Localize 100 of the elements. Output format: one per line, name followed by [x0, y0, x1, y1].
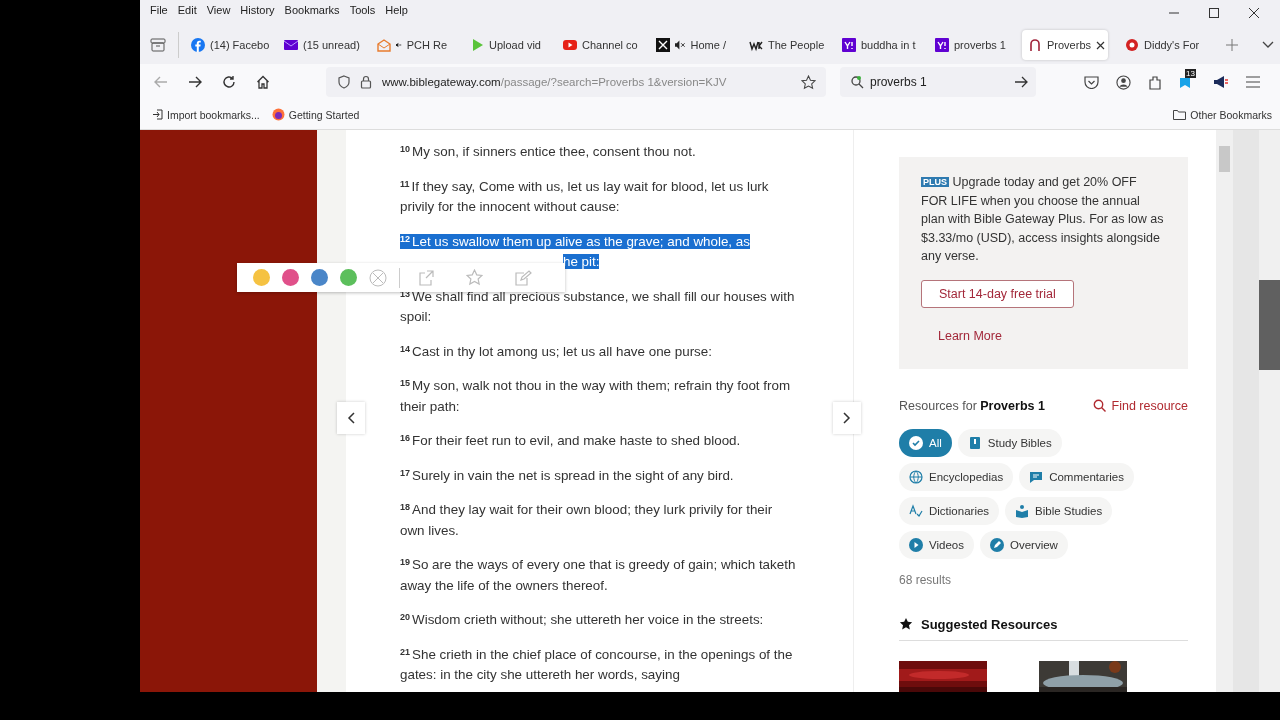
browser-tab[interactable]: Channel co [557, 30, 639, 60]
bookmark-star-icon[interactable] [801, 74, 816, 90]
shield-icon[interactable] [338, 75, 350, 89]
verse-text: $^{14}$ Cast in thy lot among us; let us all have one purse: [400, 342, 713, 361]
favicon-icon [656, 38, 670, 52]
menu-item[interactable]: Help [380, 4, 413, 16]
import-icon [152, 109, 163, 120]
browser-tab[interactable]: Home / [650, 30, 732, 60]
reader-icon [1015, 503, 1030, 518]
highlight-color-dot[interactable] [282, 269, 299, 286]
verse-text: $^{11}$ If they say, Come with us, let us lay wait for blood, let us lurk privily for the innocent without cause: [400, 177, 770, 216]
search-icon [1092, 399, 1106, 413]
play-icon [909, 537, 923, 552]
menu-item[interactable]: Bookmarks [279, 4, 345, 16]
chevron-left-icon [347, 412, 355, 424]
extensions-icon[interactable] [1148, 74, 1163, 90]
browser-tab[interactable]: proverbs 1 [929, 30, 1011, 60]
find-resource-link[interactable]: Find resource [1092, 398, 1188, 413]
lock-icon[interactable] [360, 75, 372, 89]
favicon-icon [842, 38, 856, 52]
browser-tab[interactable]: (14) Facebo [185, 30, 267, 60]
menu-icon[interactable] [1246, 76, 1260, 88]
previous-chapter-button[interactable] [337, 402, 365, 434]
filter-chip[interactable]: Bible Studies [1005, 496, 1113, 525]
verse-text: $^{15}$ My son, walk not thou in the way with them; refrain thy foot from their path: [400, 377, 792, 416]
bookmark-item[interactable]: Getting Started [271, 108, 360, 121]
browser-tab[interactable]: Upload vid [464, 30, 546, 60]
browser-tab[interactable]: buddha in t [836, 30, 918, 60]
pocket-icon[interactable] [1084, 75, 1100, 89]
highlight-color-dot[interactable] [253, 269, 270, 286]
menu-item[interactable]: Edit [172, 4, 202, 16]
next-chapter-button[interactable] [833, 402, 861, 434]
search-field[interactable]: proverbs 1 [840, 67, 1036, 97]
verse-text: $^{16}$ For their feet run to evil, and make haste to shed blood. [400, 432, 742, 450]
other-bookmarks-item[interactable]: Other Bookmarks [1173, 108, 1280, 121]
check-circle-icon [909, 435, 923, 450]
results-count: 68 results [899, 572, 953, 587]
tab-overflow-icon[interactable] [1262, 41, 1274, 49]
bookmark-extension-icon[interactable] [1179, 75, 1192, 89]
promo-text: PLUS Upgrade today and get 20% OFF FOR LIFE when you choose the annual plan with Bible Gateway Plus. For as low as $3.33/mo (USD), access insights alongside any verse. [921, 174, 1165, 266]
forward-icon[interactable] [188, 76, 202, 88]
suggested-heading: Suggested Resources [921, 616, 1058, 632]
chevron-right-icon [843, 412, 851, 424]
tab-list-icon[interactable] [150, 38, 166, 52]
close-tab-icon[interactable] [1096, 40, 1106, 50]
page-scrollbar[interactable] [1216, 130, 1233, 692]
star-icon [899, 617, 913, 632]
account-icon[interactable] [1116, 74, 1132, 90]
verse-text: $^{20}$ Wisdom crieth without; she uttereth her voice in the streets: [400, 611, 765, 629]
favicon-icon [1125, 38, 1139, 52]
home-icon[interactable] [256, 75, 270, 89]
menu-item[interactable]: View [201, 4, 236, 16]
reload-icon[interactable] [222, 75, 236, 89]
megaphone-icon[interactable] [1213, 75, 1229, 89]
verse-text: $^{19}$ So are the ways of every one that is greedy of gain; which taketh away the life of the owners thereof. [400, 556, 797, 595]
menu-item[interactable]: Tools [344, 4, 381, 16]
folder-icon [1173, 109, 1187, 120]
favicon-icon [377, 38, 391, 52]
spelling-icon [909, 503, 923, 518]
search-icon [850, 75, 864, 89]
new-tab-icon[interactable] [1226, 39, 1238, 51]
free-trial-button[interactable]: Start 14-day free trial [921, 279, 1074, 308]
bookmark-item[interactable]: Import bookmarks... [152, 108, 260, 121]
browser-tab[interactable]: Diddy's For [1119, 30, 1201, 60]
star-icon[interactable] [466, 269, 483, 286]
browser-tab[interactable]: (15 unread) [278, 30, 360, 60]
browser-tab[interactable]: PCH Re [371, 30, 453, 60]
filter-chip[interactable]: All [899, 428, 952, 457]
highlight-color-dot[interactable] [311, 269, 328, 286]
favicon-icon [191, 38, 205, 52]
filter-chip[interactable]: Overview [979, 530, 1068, 559]
window-scrollbar[interactable] [1259, 130, 1280, 692]
pencil-icon [989, 537, 1004, 552]
resources-heading: Resources for Proverbs 1 [899, 398, 1045, 413]
favicon-icon [563, 38, 577, 52]
filter-chip[interactable]: Dictionaries [899, 496, 1000, 525]
favicon-icon [470, 38, 484, 52]
verse-text: $^{21}$ She crieth in the chief place of concourse, in the openings of the gates: in the city she uttereth her words, saying [400, 645, 794, 684]
menu-item[interactable]: File [145, 4, 173, 16]
address-bar[interactable]: www.biblegateway.com/passage/?search=Proverbs 1&version=KJV [326, 67, 826, 97]
filter-chip[interactable]: Videos [899, 530, 974, 559]
comment-icon [1029, 469, 1044, 484]
muted-speaker-icon[interactable] [675, 40, 686, 50]
maximize-icon[interactable] [1208, 7, 1220, 19]
close-icon[interactable] [1248, 7, 1260, 19]
filter-chip[interactable]: Encyclopedias [899, 462, 1014, 491]
highlight-color-dot[interactable] [340, 269, 357, 286]
menu-item[interactable]: History [235, 4, 280, 16]
browser-tab[interactable]: Proverbs [1022, 30, 1108, 60]
favicon-icon [935, 38, 949, 52]
favicon-icon [284, 38, 298, 52]
browser-tab[interactable]: The People [743, 30, 825, 60]
favicon-icon [1028, 38, 1042, 52]
filter-chip[interactable]: Study Bibles [957, 428, 1062, 457]
go-arrow-icon[interactable] [1014, 76, 1028, 88]
book-icon [967, 435, 982, 450]
extension-badge: 13 [1185, 69, 1196, 78]
filter-chip[interactable]: Commentaries [1019, 462, 1134, 491]
learn-more-link[interactable]: Learn More [938, 328, 1002, 343]
fox-icon [271, 108, 285, 121]
